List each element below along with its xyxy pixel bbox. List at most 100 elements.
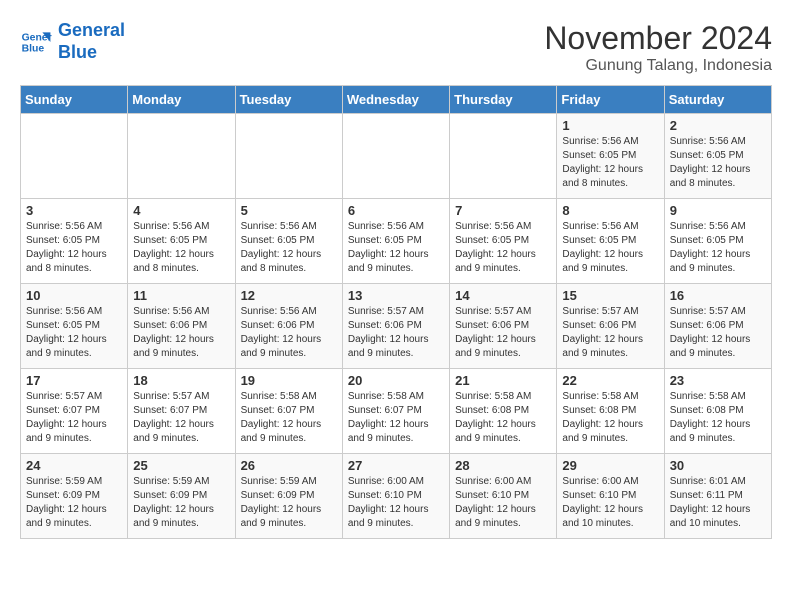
day-number: 6: [348, 203, 444, 218]
day-number: 16: [670, 288, 766, 303]
day-number: 3: [26, 203, 122, 218]
day-number: 29: [562, 458, 658, 473]
calendar-table: SundayMondayTuesdayWednesdayThursdayFrid…: [20, 85, 772, 539]
day-cell: [128, 114, 235, 199]
day-info: Sunrise: 5:56 AM Sunset: 6:05 PM Dayligh…: [562, 135, 658, 191]
header-friday: Friday: [557, 86, 664, 114]
day-info: Sunrise: 5:58 AM Sunset: 6:07 PM Dayligh…: [241, 390, 337, 446]
day-number: 15: [562, 288, 658, 303]
day-number: 8: [562, 203, 658, 218]
day-number: 9: [670, 203, 766, 218]
day-cell: 30 Sunrise: 6:01 AM Sunset: 6:11 PM Dayli…: [664, 454, 771, 539]
day-cell: 27Sunrise: 6:00 AM Sunset: 6:10 PM Dayli…: [342, 454, 449, 539]
location: Gunung Talang, Indonesia: [544, 57, 772, 75]
week-row-5: 24 Sunrise: 5:59 AM Sunset: 6:09 PM Dayli…: [21, 454, 772, 539]
day-number: 21: [455, 373, 551, 388]
day-cell: 9Sunrise: 5:56 AM Sunset: 6:05 PM Daylig…: [664, 199, 771, 284]
day-info: Sunrise: 5:59 AM Sunset: 6:09 PM Dayligh…: [133, 475, 229, 531]
day-cell: [235, 114, 342, 199]
header-monday: Monday: [128, 86, 235, 114]
day-info: Sunrise: 5:59 AM Sunset: 6:09 PM Dayligh…: [26, 475, 122, 531]
day-cell: 2Sunrise: 5:56 AM Sunset: 6:05 PM Daylig…: [664, 114, 771, 199]
day-number: 13: [348, 288, 444, 303]
day-cell: 19Sunrise: 5:58 AM Sunset: 6:07 PM Dayli…: [235, 369, 342, 454]
day-cell: 28 Sunrise: 6:00 AM Sunset: 6:10 PM Dayli…: [450, 454, 557, 539]
day-cell: 21Sunrise: 5:58 AM Sunset: 6:08 PM Dayli…: [450, 369, 557, 454]
day-number: 30: [670, 458, 766, 473]
day-info: Sunrise: 5:57 AM Sunset: 6:06 PM Dayligh…: [670, 305, 766, 361]
header-thursday: Thursday: [450, 86, 557, 114]
day-cell: 3 Sunrise: 5:56 AM Sunset: 6:05 PM Daylig…: [21, 199, 128, 284]
week-row-4: 17 Sunrise: 5:57 AM Sunset: 6:07 PM Dayli…: [21, 369, 772, 454]
day-info: Sunrise: 5:57 AM Sunset: 6:06 PM Dayligh…: [455, 305, 551, 361]
title-block: November 2024 Gunung Talang, Indonesia: [544, 20, 772, 75]
day-cell: 4Sunrise: 5:56 AM Sunset: 6:05 PM Daylig…: [128, 199, 235, 284]
day-info: Sunrise: 5:56 AM Sunset: 6:05 PM Dayligh…: [455, 220, 551, 276]
day-info: Sunrise: 5:57 AM Sunset: 6:06 PM Dayligh…: [348, 305, 444, 361]
day-info: Sunrise: 5:56 AM Sunset: 6:05 PM Dayligh…: [670, 135, 766, 191]
day-cell: [21, 114, 128, 199]
day-number: 20: [348, 373, 444, 388]
day-cell: 14 Sunrise: 5:57 AM Sunset: 6:06 PM Dayli…: [450, 284, 557, 369]
day-cell: 5 Sunrise: 5:56 AM Sunset: 6:05 PM Daylig…: [235, 199, 342, 284]
day-number: 17: [26, 373, 122, 388]
day-cell: [450, 114, 557, 199]
day-number: 24: [26, 458, 122, 473]
day-info: Sunrise: 5:56 AM Sunset: 6:05 PM Dayligh…: [348, 220, 444, 276]
day-number: 11: [133, 288, 229, 303]
page-header: General Blue General Blue November 2024 …: [20, 20, 772, 75]
day-cell: 22 Sunrise: 5:58 AM Sunset: 6:08 PM Dayli…: [557, 369, 664, 454]
day-cell: 18 Sunrise: 5:57 AM Sunset: 6:07 PM Dayli…: [128, 369, 235, 454]
header-wednesday: Wednesday: [342, 86, 449, 114]
day-cell: 10 Sunrise: 5:56 AM Sunset: 6:05 PM Dayli…: [21, 284, 128, 369]
day-info: Sunrise: 5:56 AM Sunset: 6:05 PM Dayligh…: [241, 220, 337, 276]
day-info: Sunrise: 6:00 AM Sunset: 6:10 PM Dayligh…: [562, 475, 658, 531]
day-number: 18: [133, 373, 229, 388]
day-number: 22: [562, 373, 658, 388]
day-cell: 8Sunrise: 5:56 AM Sunset: 6:05 PM Daylig…: [557, 199, 664, 284]
header-sunday: Sunday: [21, 86, 128, 114]
day-cell: 17 Sunrise: 5:57 AM Sunset: 6:07 PM Dayli…: [21, 369, 128, 454]
day-info: Sunrise: 6:00 AM Sunset: 6:10 PM Dayligh…: [455, 475, 551, 531]
day-info: Sunrise: 5:58 AM Sunset: 6:07 PM Dayligh…: [348, 390, 444, 446]
day-cell: 26 Sunrise: 5:59 AM Sunset: 6:09 PM Dayli…: [235, 454, 342, 539]
day-info: Sunrise: 6:01 AM Sunset: 6:11 PM Dayligh…: [670, 475, 766, 531]
day-cell: 25Sunrise: 5:59 AM Sunset: 6:09 PM Dayli…: [128, 454, 235, 539]
day-cell: 13 Sunrise: 5:57 AM Sunset: 6:06 PM Dayli…: [342, 284, 449, 369]
day-number: 5: [241, 203, 337, 218]
day-number: 28: [455, 458, 551, 473]
day-number: 12: [241, 288, 337, 303]
logo-icon: General Blue: [20, 26, 52, 58]
day-info: Sunrise: 5:57 AM Sunset: 6:06 PM Dayligh…: [562, 305, 658, 361]
day-number: 14: [455, 288, 551, 303]
header-tuesday: Tuesday: [235, 86, 342, 114]
day-info: Sunrise: 5:57 AM Sunset: 6:07 PM Dayligh…: [133, 390, 229, 446]
svg-text:Blue: Blue: [22, 43, 45, 54]
day-number: 26: [241, 458, 337, 473]
day-number: 23: [670, 373, 766, 388]
day-info: Sunrise: 5:56 AM Sunset: 6:05 PM Dayligh…: [26, 220, 122, 276]
logo-text: General Blue: [58, 20, 125, 63]
day-number: 10: [26, 288, 122, 303]
day-info: Sunrise: 5:59 AM Sunset: 6:09 PM Dayligh…: [241, 475, 337, 531]
day-cell: 12 Sunrise: 5:56 AM Sunset: 6:06 PM Dayli…: [235, 284, 342, 369]
day-cell: 29 Sunrise: 6:00 AM Sunset: 6:10 PM Dayli…: [557, 454, 664, 539]
day-cell: 1 Sunrise: 5:56 AM Sunset: 6:05 PM Daylig…: [557, 114, 664, 199]
day-number: 4: [133, 203, 229, 218]
month-title: November 2024: [544, 20, 772, 57]
logo-line1: General: [58, 20, 125, 40]
day-info: Sunrise: 5:56 AM Sunset: 6:06 PM Dayligh…: [133, 305, 229, 361]
day-cell: 11 Sunrise: 5:56 AM Sunset: 6:06 PM Dayli…: [128, 284, 235, 369]
day-info: Sunrise: 5:57 AM Sunset: 6:07 PM Dayligh…: [26, 390, 122, 446]
day-info: Sunrise: 5:56 AM Sunset: 6:05 PM Dayligh…: [26, 305, 122, 361]
day-cell: 20 Sunrise: 5:58 AM Sunset: 6:07 PM Dayli…: [342, 369, 449, 454]
day-cell: 23Sunrise: 5:58 AM Sunset: 6:08 PM Dayli…: [664, 369, 771, 454]
day-cell: 16 Sunrise: 5:57 AM Sunset: 6:06 PM Dayli…: [664, 284, 771, 369]
day-cell: 7 Sunrise: 5:56 AM Sunset: 6:05 PM Daylig…: [450, 199, 557, 284]
day-info: Sunrise: 5:56 AM Sunset: 6:06 PM Dayligh…: [241, 305, 337, 361]
day-info: Sunrise: 5:58 AM Sunset: 6:08 PM Dayligh…: [562, 390, 658, 446]
day-number: 7: [455, 203, 551, 218]
day-number: 27: [348, 458, 444, 473]
calendar-header-row: SundayMondayTuesdayWednesdayThursdayFrid…: [21, 86, 772, 114]
day-number: 1: [562, 118, 658, 133]
